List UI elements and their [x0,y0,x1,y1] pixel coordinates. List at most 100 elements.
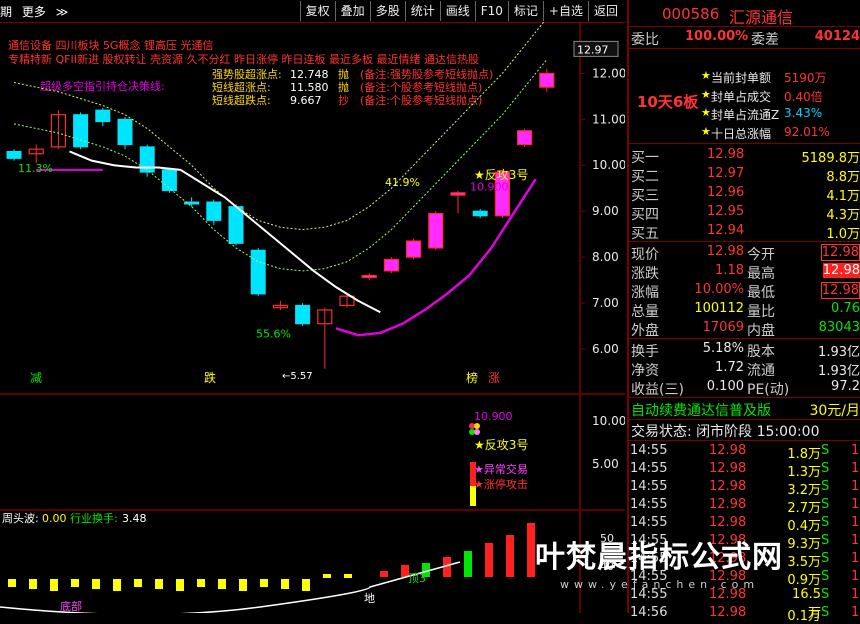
stat-label: 涨跌 [631,263,659,283]
tick-count: 1 [851,587,859,602]
low-label: ←5.57 [282,371,313,382]
legend-value: 9.667 [290,94,322,107]
indicator-name: 周头波: [2,512,39,525]
tick-price: 12.98 [709,461,746,476]
ind-bar [239,579,247,591]
pct-label: 55.6% [256,328,291,341]
period-label[interactable]: 期 更多 ≫ [0,3,68,20]
watermark-url: www.yefanchen.com [560,578,759,591]
candle-body [518,131,532,145]
stat-value: 0.76 [831,301,860,316]
stat-value: 10.00% [694,282,744,297]
tick-row[interactable]: 14:5512.981.8万S1 [629,442,860,460]
tick-row[interactable]: 14:5512.980.4万S1 [629,514,860,532]
stat-label: 最高 [747,263,775,283]
candle-body [74,115,88,147]
tick-time: 14:55 [630,515,667,530]
tick-count: 1 [851,443,859,458]
ind-bar [323,574,331,578]
toolbar-button-0[interactable]: 复权 [300,1,335,21]
kline-chart[interactable]: 12.0011.0010.009.008.007.006.0012.97通信设备… [0,22,625,613]
stat-row: 总量100112量比0.76 [629,300,860,319]
tick-row[interactable]: 14:5512.981.3万S1 [629,460,860,478]
ind-bar [281,579,289,589]
toolbar-button-8[interactable]: 返回 [588,1,623,21]
seal-value: 92.01% [784,125,830,139]
ind-bar [506,535,514,577]
toolbar-button-1[interactable]: 叠加 [335,1,370,21]
tick-side: S [821,515,829,530]
seal-value: 0.40倍 [784,88,823,105]
long-short-label: 超级多空指引持仓决策线: [40,79,165,93]
bid-row[interactable]: 买二 12.97 8.8万 [629,165,860,184]
current-price-tag: 12.97 [577,43,609,56]
bid-price: 12.97 [707,166,744,181]
y-tick-label: 9.00 [592,204,619,218]
promo-row[interactable]: 自动续费通达信普及版 30元/月 [629,399,860,418]
toolbar-button-4[interactable]: 画线 [440,1,475,21]
stat-row: 换手5.18%股本1.93亿 [629,340,860,359]
bid-row[interactable]: 买五12.941.0万 [629,222,860,241]
tick-price: 12.98 [709,479,746,494]
toolbar-button-5[interactable]: F10 [475,1,508,21]
bid-volume: 5189.8万 [802,147,860,166]
candle-body [362,276,376,278]
tick-side: S [821,551,829,566]
seal-label: 十日总涨幅 [711,125,771,142]
toolbar-button-7[interactable]: +自选 [543,1,588,21]
bid-volume: 1.0万 [826,223,860,242]
stat-label: 今开 [747,244,775,264]
signal-mark: 涨 [488,370,500,385]
tick-time: 14:55 [630,479,667,494]
promo-text[interactable]: 自动续费通达信普及版 [631,400,771,420]
tick-row[interactable]: 14:5512.983.2万S1 [629,478,860,496]
ind-bar [176,579,184,591]
promo-price[interactable]: 30元/月 [809,400,860,420]
signal-mark: 减 [30,371,42,385]
toolbar-button-6[interactable]: 标记 [508,1,543,21]
ind-bar [464,551,472,577]
stat-row: 外盘17069内盘83043 [629,319,860,338]
stat-value: 83043 [819,320,860,335]
ind-bar [50,579,58,591]
tick-count: 1 [851,569,859,584]
ind-bar [113,579,121,591]
ind-arrow-mark: 地 [364,592,375,605]
stat-value: 0.100 [707,379,744,394]
bid-row[interactable]: 买四12.954.3万 [629,203,860,222]
ind-mark: 顶3 [408,572,426,585]
tick-row[interactable]: 14:5612.980.1万S1 [629,604,860,622]
ind-bar [218,579,226,589]
legend-tag: 抛 [338,67,349,81]
stat-value: 17069 [703,320,744,335]
stat-row: 净资1.72流通1.93亿 [629,359,860,378]
toolbar-button-3[interactable]: 统计 [405,1,440,21]
weibi-row: 委比 100.00% 委差 40124 [629,28,860,47]
stat-value: 12.98 [821,244,860,261]
tick-time: 14:55 [630,461,667,476]
legend-note: (备注:个股参考短线抛点) [360,80,482,94]
signal-mark: 跌 [204,370,216,385]
legend-tag: 抛 [338,80,349,94]
stat-value: 12.98 [823,263,860,278]
bid-row[interactable]: 买一12.985189.8万 [629,146,860,165]
toolbar-button-2[interactable]: 多股 [370,1,405,21]
tick-row[interactable]: 14:5512.982.7万S1 [629,496,860,514]
more-arrow-icon[interactable]: ≫ [56,5,69,19]
legend-note: (备注:个股参考短线抛点) [360,93,482,107]
ind-bar [380,571,388,577]
tick-count: 1 [851,461,859,476]
bid-label: 买五 [631,223,659,243]
sub-y-label: 5.00 [592,457,619,471]
stat-value: 1.93亿 [818,341,860,360]
bid-label: 买二 [631,166,659,186]
tick-volume: 0.1万 [781,605,821,624]
more-label[interactable]: 更多 [22,5,46,19]
bid-row[interactable]: 买三12.964.1万 [629,184,860,203]
ind-bar [527,523,535,577]
stat-value: 5.18% [703,341,744,356]
bid-volume: 8.8万 [826,166,860,185]
stat-value: 100112 [694,301,744,316]
stat-label: 换手 [631,341,659,361]
seal-label: 当前封单额 [711,69,771,86]
